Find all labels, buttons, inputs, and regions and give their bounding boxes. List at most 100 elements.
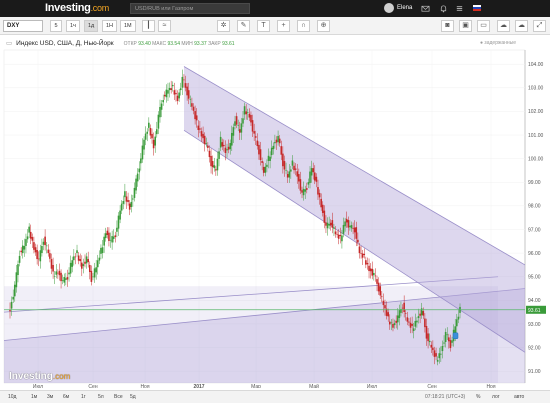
russian-flag-icon[interactable] <box>473 5 481 11</box>
candle-body <box>282 153 284 167</box>
site-logo[interactable]: Investing.com <box>45 2 109 14</box>
candle-body <box>269 156 271 161</box>
candle-body <box>202 133 204 139</box>
candle-body <box>382 300 385 306</box>
range-1y[interactable]: 1г <box>79 393 88 402</box>
y-tick-label: 98.00 <box>528 204 541 210</box>
zoom-icon[interactable]: ⊕ <box>317 20 330 32</box>
range-5y[interactable]: 5л <box>96 393 106 402</box>
candle-body <box>250 115 252 123</box>
range-1m[interactable]: 1м <box>29 393 39 402</box>
ohlc-values: ОТКР 93.40 МАКС 93.54 МИН 93.37 ЗАКР 93.… <box>123 41 235 47</box>
camera-icon[interactable]: ◙ <box>441 20 454 32</box>
drawing-icon[interactable]: ✎ <box>237 20 250 32</box>
candle-body <box>234 121 236 126</box>
candles-icon[interactable]: ┃ <box>142 20 155 32</box>
candle-body <box>433 350 436 357</box>
candle-body <box>337 234 340 239</box>
price-chart[interactable]: 104.00 103.00 102.00 101.00 100.00 99.00 98.00… <box>0 36 550 388</box>
candle-body <box>112 236 115 239</box>
timeframe-1m[interactable]: 1М <box>120 20 136 32</box>
cloud-save-icon[interactable]: ☁ <box>497 20 510 32</box>
timeframe-5[interactable]: 5 <box>50 20 62 32</box>
x-tick-label: Июл <box>367 384 377 388</box>
cloud-load-icon[interactable]: ☁ <box>515 20 528 32</box>
magnet-icon[interactable]: ∩ <box>297 20 310 32</box>
search-input[interactable] <box>130 3 250 14</box>
range-all[interactable]: Bce <box>112 393 125 402</box>
event-marker-icon <box>452 332 459 340</box>
timeframe-1w[interactable]: 1Н <box>102 20 118 32</box>
candle-body <box>183 79 185 81</box>
candle-body <box>130 201 133 207</box>
candle-body <box>393 323 396 326</box>
candle-body <box>425 326 428 339</box>
y-tick-label: 100.00 <box>528 156 544 162</box>
candle-body <box>403 302 405 312</box>
candle-body <box>329 222 332 226</box>
candle-body <box>108 232 110 241</box>
auto-toggle[interactable]: авто <box>514 393 524 402</box>
envelope-icon[interactable] <box>421 4 430 13</box>
candle-body <box>20 250 22 253</box>
candle-body <box>111 236 113 243</box>
fullscreen-icon[interactable]: ⤢ <box>533 20 546 32</box>
indicators-icon[interactable]: ≈ <box>158 20 171 32</box>
text-icon[interactable]: T <box>257 20 270 32</box>
candle-body <box>176 95 179 102</box>
user-menu[interactable]: Elena <box>384 3 412 13</box>
candle-body <box>229 143 232 150</box>
settings-icon[interactable]: ✲ <box>217 20 230 32</box>
symbol-input[interactable]: DXY <box>3 20 43 32</box>
candle-body <box>320 198 322 208</box>
candle-body <box>392 323 394 328</box>
candle-body <box>412 328 415 332</box>
candle-body <box>404 312 407 314</box>
avatar <box>384 3 394 13</box>
candle-body <box>39 250 42 262</box>
candle-body <box>58 270 61 276</box>
candle-body <box>71 260 74 267</box>
range-10d[interactable]: 10д <box>6 393 18 402</box>
color-icon[interactable]: ▣ <box>459 20 472 32</box>
candle-body <box>360 253 362 254</box>
range-5d[interactable]: 5д <box>128 393 138 402</box>
timeframe-1h[interactable]: 1ч <box>66 20 80 32</box>
candle-body <box>138 168 141 173</box>
candle-body <box>81 262 83 269</box>
candle-body <box>37 258 40 260</box>
user-name: Elena <box>397 5 413 11</box>
log-toggle[interactable]: лог <box>492 393 500 402</box>
menu-icon[interactable] <box>455 4 464 13</box>
candle-body <box>92 276 94 278</box>
candle-body <box>369 268 372 272</box>
candle-body <box>374 275 377 277</box>
candle-body <box>168 87 171 91</box>
candle-body <box>398 310 401 319</box>
candle-body <box>349 225 351 228</box>
layout-icon[interactable]: ▭ <box>477 20 490 32</box>
range-3m[interactable]: 3м <box>45 393 55 402</box>
y-tick-label: 102.00 <box>528 109 544 115</box>
candle-body <box>301 190 303 193</box>
bell-icon[interactable] <box>439 4 448 13</box>
candle-body <box>377 282 380 292</box>
timeframe-1d[interactable]: 1д <box>84 20 99 32</box>
candle-body <box>240 123 243 133</box>
candle-body <box>125 196 128 202</box>
candle-body <box>90 270 93 282</box>
candle-body <box>302 188 305 196</box>
candle-body <box>291 160 294 166</box>
candle-body <box>424 318 426 328</box>
candle-body <box>395 320 397 323</box>
candle-body <box>242 118 244 124</box>
legend-collapse-icon[interactable]: ▭ <box>6 39 12 47</box>
range-6m[interactable]: 6м <box>61 393 71 402</box>
candle-body <box>141 145 144 160</box>
candle-body <box>127 200 129 203</box>
crosshair-icon[interactable]: + <box>277 20 290 32</box>
candle-body <box>376 279 378 284</box>
candle-body <box>341 235 343 242</box>
candle-body <box>148 122 150 128</box>
percent-toggle[interactable]: % <box>476 393 480 402</box>
